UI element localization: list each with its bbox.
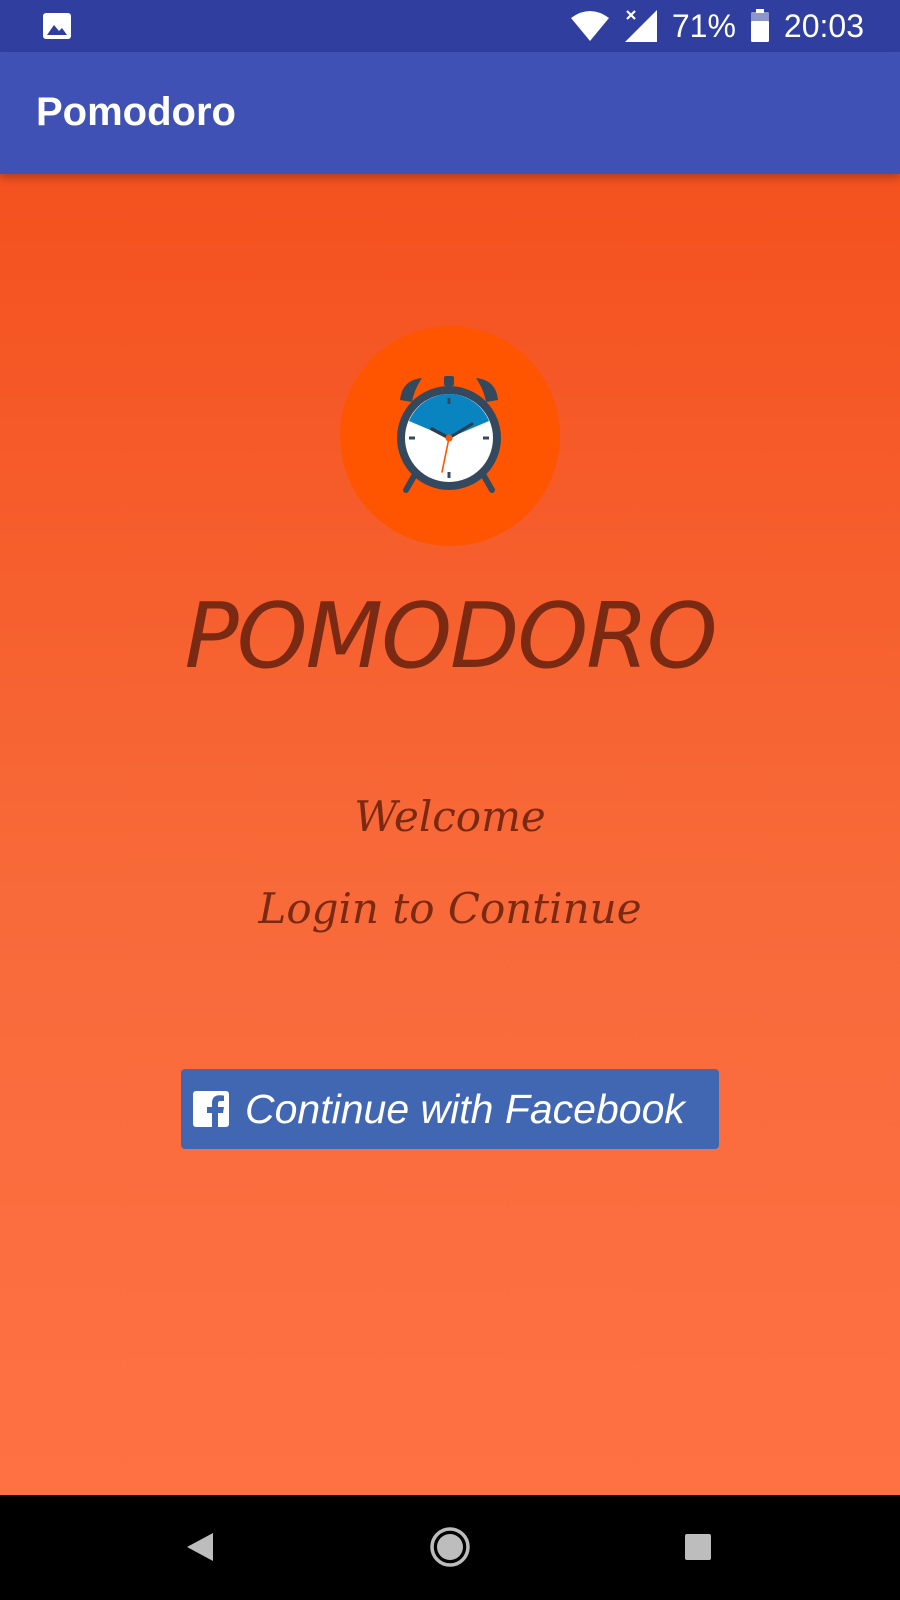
status-bar: 71% 20:03 bbox=[0, 0, 900, 52]
clock-time: 20:03 bbox=[783, 8, 864, 44]
back-icon bbox=[187, 1533, 213, 1561]
app-bar: Pomodoro bbox=[0, 52, 900, 174]
login-screen: 71% 20:03 Pomodoro POMODORO Welcome Logi… bbox=[0, 0, 900, 1600]
battery-icon bbox=[750, 9, 769, 42]
recents-button[interactable] bbox=[670, 1519, 726, 1575]
back-button[interactable] bbox=[172, 1519, 228, 1575]
facebook-button-label: Continue with Facebook bbox=[245, 1085, 685, 1132]
welcome-text: Welcome bbox=[354, 792, 546, 841]
login-message: Login to Continue bbox=[258, 884, 642, 933]
continue-with-facebook-button[interactable]: Continue with Facebook bbox=[181, 1069, 719, 1149]
home-button[interactable] bbox=[422, 1519, 478, 1575]
alarm-clock-icon bbox=[397, 376, 501, 493]
app-title: Pomodoro bbox=[36, 90, 236, 134]
main-content: POMODORO Welcome Login to Continue Conti… bbox=[0, 174, 900, 1495]
navigation-bar bbox=[0, 1495, 900, 1600]
image-icon bbox=[43, 13, 71, 39]
signal-icon bbox=[624, 10, 657, 42]
wifi-icon bbox=[570, 11, 609, 41]
app-headline: POMODORO bbox=[184, 584, 717, 689]
facebook-icon bbox=[193, 1091, 229, 1127]
home-icon bbox=[430, 1527, 470, 1567]
battery-percent: 71% bbox=[671, 8, 736, 44]
status-icons: 71% 20:03 bbox=[570, 0, 864, 52]
recents-icon bbox=[685, 1534, 711, 1560]
